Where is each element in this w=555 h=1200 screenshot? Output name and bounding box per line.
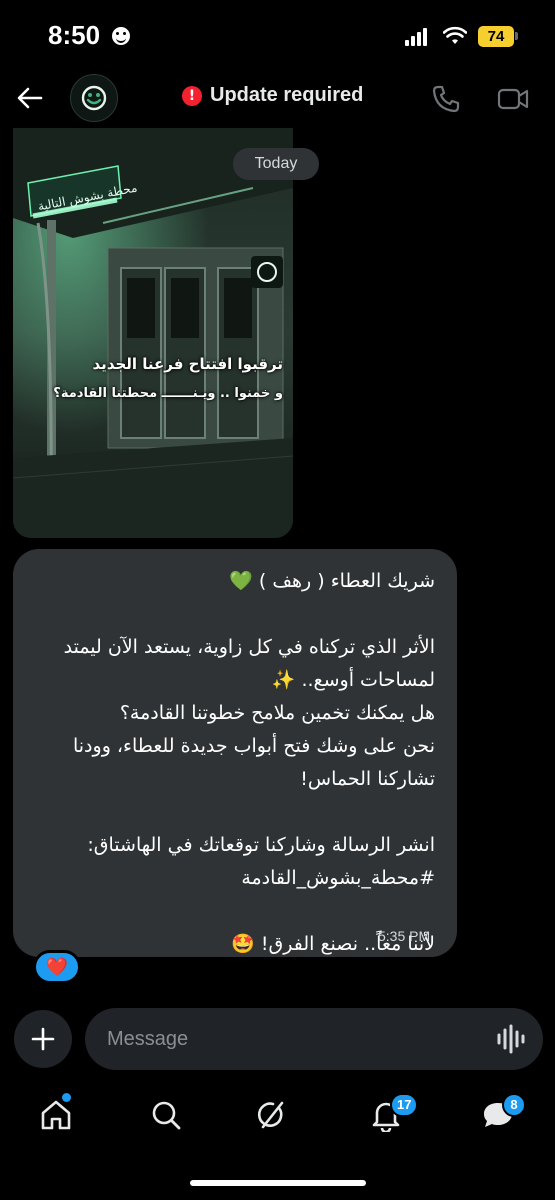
date-separator: Today bbox=[233, 148, 319, 180]
search-icon bbox=[152, 1101, 181, 1130]
home-unread-dot bbox=[62, 1093, 71, 1102]
nav-search[interactable] bbox=[146, 1095, 186, 1135]
message-text: شريك العطاء ( رهف ) 💚 الأثر الذي تركناه … bbox=[63, 570, 435, 955]
wifi-icon bbox=[443, 26, 467, 44]
message-bubble[interactable]: شريك العطاء ( رهف ) 💚 الأثر الذي تركناه … bbox=[13, 549, 457, 957]
status-bar: 8:50 74 bbox=[0, 0, 555, 70]
metro-station-image bbox=[13, 128, 293, 538]
update-required-label: Update required bbox=[210, 84, 364, 106]
nav-grok[interactable] bbox=[250, 1095, 290, 1135]
bottom-navigation: 17 8 bbox=[0, 1085, 555, 1145]
back-button[interactable] bbox=[12, 80, 48, 116]
update-required-banner[interactable]: Update required bbox=[182, 84, 363, 107]
back-arrow-icon bbox=[17, 87, 43, 109]
voice-waveform-icon[interactable] bbox=[493, 1023, 529, 1055]
cellular-signal-icon bbox=[405, 28, 429, 46]
nav-home[interactable] bbox=[36, 1095, 76, 1135]
battery-indicator: 74 bbox=[478, 26, 514, 47]
heart-icon: ❤️ bbox=[45, 956, 69, 978]
heart-reaction[interactable]: ❤️ bbox=[33, 950, 81, 984]
status-time: 8:50 bbox=[48, 20, 101, 50]
plus-icon bbox=[31, 1027, 55, 1051]
alert-icon bbox=[182, 85, 202, 106]
avatar[interactable] bbox=[70, 74, 118, 122]
message-timestamp: 5:35 PM bbox=[378, 928, 431, 944]
video-camera-icon[interactable] bbox=[496, 83, 530, 115]
photo-caption-line1: ترقبوا افتتاح فرعنا الجديد bbox=[92, 355, 283, 373]
messages-badge: 8 bbox=[502, 1093, 526, 1117]
add-attachment-button[interactable] bbox=[14, 1010, 72, 1068]
message-composer bbox=[85, 1008, 543, 1070]
home-icon bbox=[41, 1100, 71, 1130]
photo-caption-line2: و خمنوا .. ويـنـــــــ محطتنا القادمة؟ bbox=[53, 386, 283, 401]
conversation-header: Update required bbox=[0, 70, 555, 130]
slash-circle-icon bbox=[258, 1101, 284, 1129]
home-indicator bbox=[190, 1180, 366, 1186]
phone-icon[interactable] bbox=[430, 83, 462, 115]
notifications-badge: 17 bbox=[390, 1093, 419, 1117]
message-input[interactable] bbox=[107, 1008, 487, 1070]
brand-logo-icon bbox=[81, 85, 107, 111]
battery-cap bbox=[515, 32, 518, 40]
smiley-icon bbox=[112, 27, 130, 45]
shared-image[interactable]: محطة بشوش التالية ترقبوا افتتاح فرعنا ال… bbox=[13, 128, 293, 538]
